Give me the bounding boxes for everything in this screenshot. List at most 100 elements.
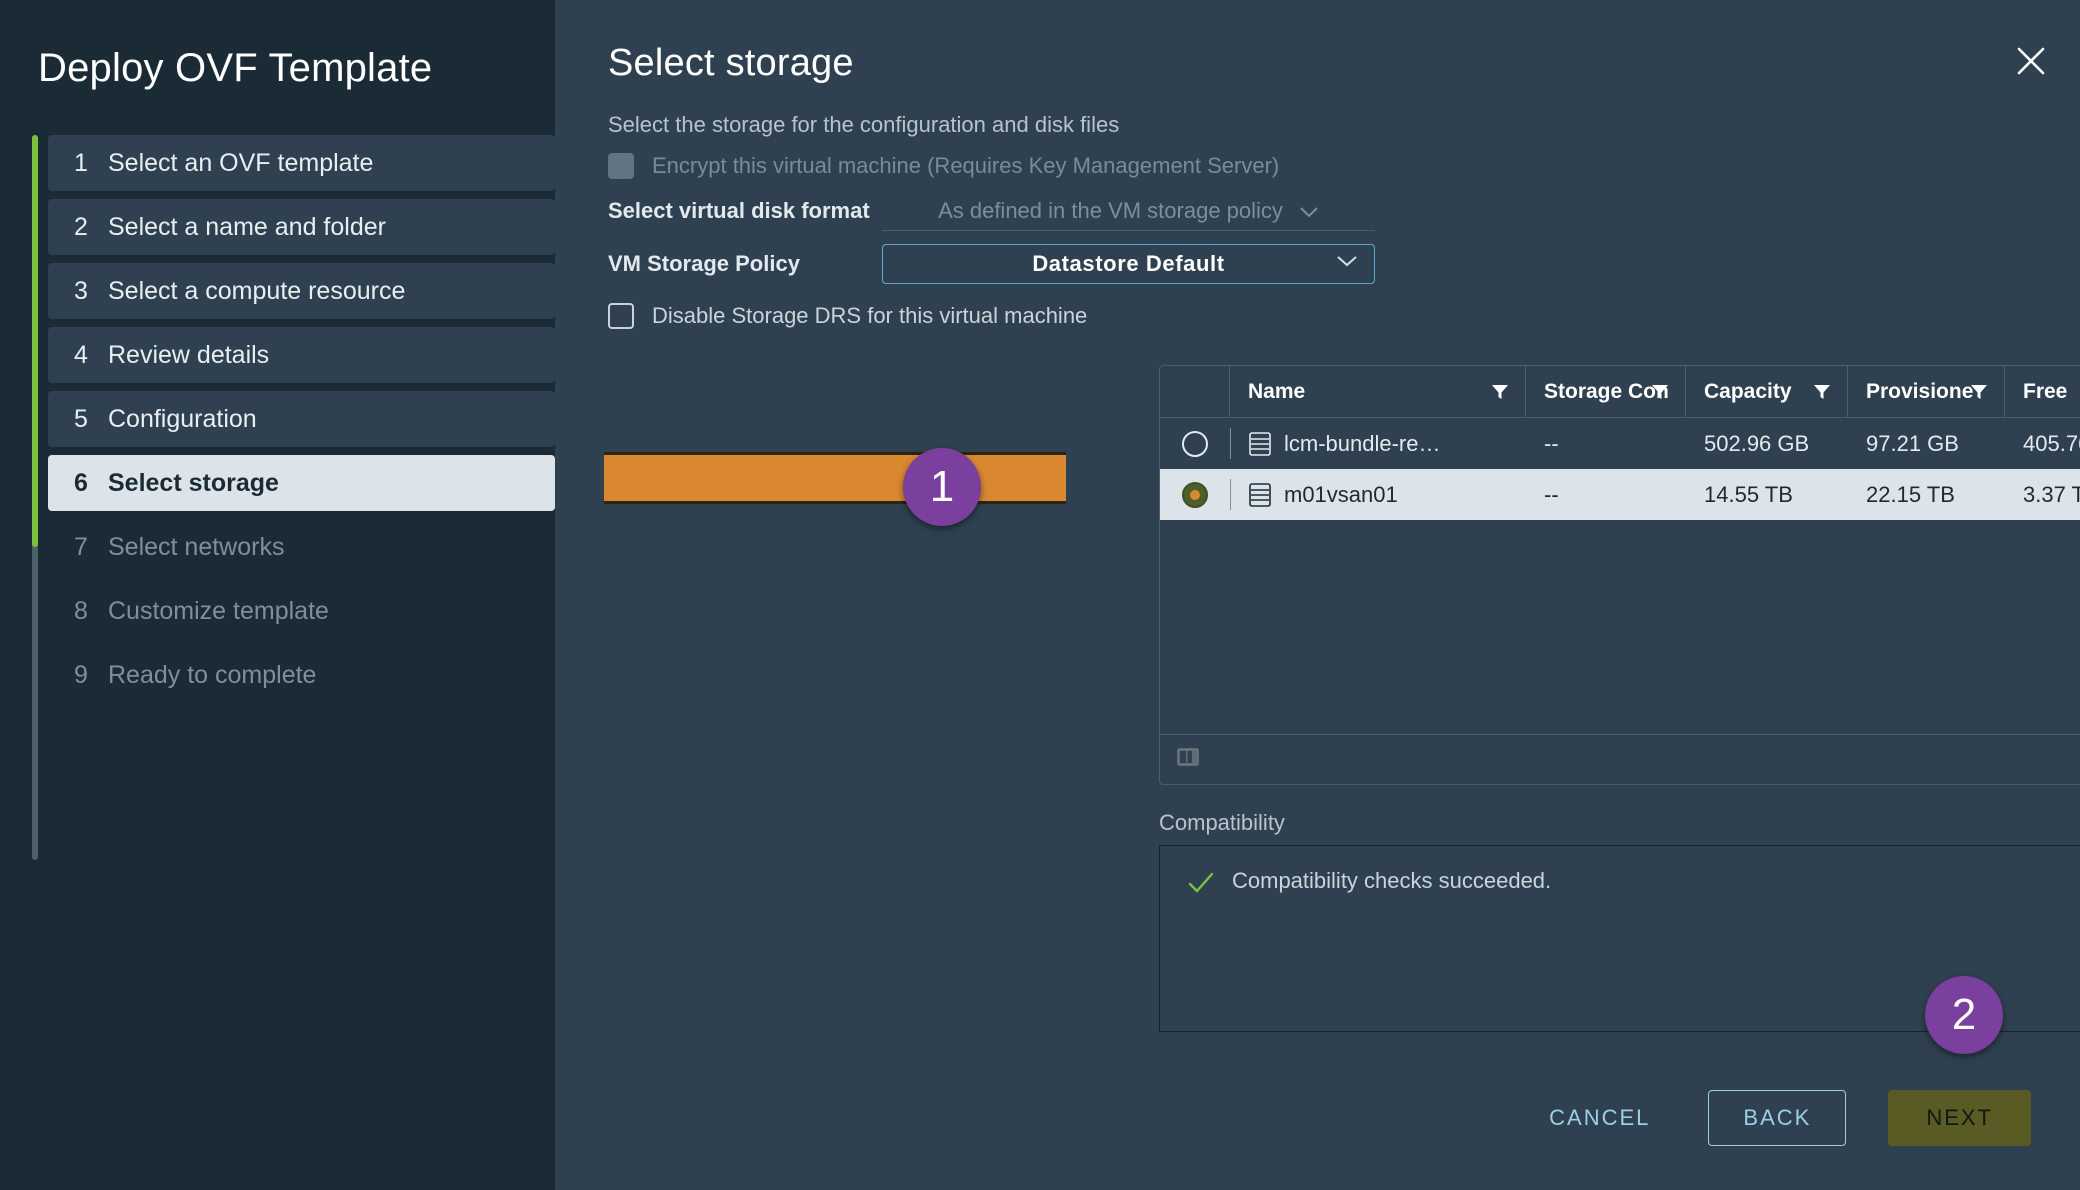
step-label: Customize template <box>108 596 329 625</box>
sidebar-step-select-a-name-and-folder[interactable]: 2 Select a name and folder <box>48 199 555 255</box>
step-label: Select an OVF template <box>108 148 374 177</box>
chevron-down-icon <box>1299 198 1319 224</box>
step-label: Select a compute resource <box>108 276 406 305</box>
vm-storage-policy-label: VM Storage Policy <box>608 251 800 276</box>
column-header-free[interactable]: Free <box>2005 366 2080 417</box>
wizard-main-panel: Select storage Select the storage for th… <box>555 0 2080 1190</box>
annotation-badge-2: 2 <box>1925 976 2003 1054</box>
datastore-icon <box>1249 431 1271 456</box>
columns-icon[interactable] <box>1176 745 1200 774</box>
sidebar-step-ready-to-complete[interactable]: 9 Ready to complete <box>48 647 555 703</box>
step-label: Review details <box>108 340 270 369</box>
wizard-steps: 1 Select an OVF template 2 Select a name… <box>32 135 555 860</box>
page-title: Select storage <box>608 42 854 84</box>
check-icon <box>1188 872 1214 893</box>
step-number: 6 <box>74 468 88 497</box>
page-subtitle: Select the storage for the configuration… <box>608 112 1120 137</box>
column-header-label: Name <box>1248 379 1306 403</box>
cell-storage-con: -- <box>1544 481 1559 507</box>
cell-name-text: lcm-bundle-re… <box>1284 430 1441 456</box>
cell-name: lcm-bundle-re… <box>1230 418 1526 469</box>
column-header-provisioned[interactable]: Provisione <box>1848 366 2005 417</box>
cell-capacity: 502.96 GB <box>1704 430 1810 456</box>
compatibility-message: Compatibility checks succeeded. <box>1232 868 1552 893</box>
encrypt-vm-label: Encrypt this virtual machine (Requires K… <box>652 153 1280 178</box>
step-number: 1 <box>74 148 88 177</box>
row-select-cell[interactable] <box>1160 469 1230 520</box>
selected-row-highlight <box>604 452 1066 504</box>
step-number: 5 <box>74 404 88 433</box>
wizard-footer: CANCEL BACK NEXT <box>555 1045 2080 1190</box>
deploy-ovf-template-dialog: Deploy OVF Template 1 Select an OVF temp… <box>0 0 2080 1190</box>
encrypt-vm-row: Encrypt this virtual machine (Requires K… <box>608 148 2028 184</box>
disable-storage-drs-row: Disable Storage DRS for this virtual mac… <box>608 296 2028 336</box>
cell-divider <box>1230 479 1231 510</box>
disk-format-select: As defined in the VM storage policy <box>882 191 1375 231</box>
table-header-row: Name Storage Con Capacity Provisione Fre… <box>1160 366 2080 418</box>
back-button[interactable]: BACK <box>1708 1089 1847 1146</box>
step-number: 7 <box>74 532 88 561</box>
cancel-button[interactable]: CANCEL <box>1527 1091 1672 1145</box>
cell-name: m01vsan01 <box>1230 469 1526 520</box>
next-button-wrapper: NEXT <box>1876 1071 2031 1150</box>
storage-form: Encrypt this virtual machine (Requires K… <box>608 148 2028 336</box>
step-label: Select networks <box>108 532 285 561</box>
column-header-label: Free <box>2023 379 2068 403</box>
cell-provisioned: 97.21 GB <box>1866 430 1959 456</box>
cell-name-text: m01vsan01 <box>1284 481 1398 507</box>
sidebar-step-customize-template[interactable]: 8 Customize template <box>48 583 555 639</box>
step-number: 4 <box>74 340 88 369</box>
close-icon <box>2017 47 2045 75</box>
annotation-badge-1: 1 <box>903 448 981 526</box>
table-footer: 2 items <box>1160 734 2080 784</box>
progress-fill <box>32 135 38 547</box>
sidebar-step-configuration[interactable]: 5 Configuration <box>48 391 555 447</box>
sidebar-step-review-details[interactable]: 4 Review details <box>48 327 555 383</box>
row-select-cell[interactable] <box>1160 418 1230 469</box>
column-header-storage-con[interactable]: Storage Con <box>1526 366 1686 417</box>
filter-funnel-icon[interactable] <box>1813 383 1831 407</box>
table-row[interactable]: m01vsan01 -- 14.55 TB 22.15 TB 3.37 TB v… <box>1160 469 2080 520</box>
sidebar-step-select-storage[interactable]: 6 Select storage <box>48 455 555 511</box>
step-number: 3 <box>74 276 88 305</box>
disk-format-value: As defined in the VM storage policy <box>938 197 1283 223</box>
disable-storage-drs-checkbox[interactable] <box>608 303 634 329</box>
row-radio-selected[interactable] <box>1182 481 1208 508</box>
compatibility-label: Compatibility <box>1159 810 1285 835</box>
cell-capacity: 14.55 TB <box>1704 481 1793 507</box>
filter-funnel-icon[interactable] <box>1491 383 1509 407</box>
encrypt-vm-checkbox <box>608 153 634 179</box>
datastore-table: Name Storage Con Capacity Provisione Fre… <box>1159 365 2080 785</box>
table-body: lcm-bundle-re… -- 502.96 GB 97.21 GB 405… <box>1160 418 2080 734</box>
cell-storage-con: -- <box>1544 430 1559 456</box>
sidebar-step-select-a-compute-resource[interactable]: 3 Select a compute resource <box>48 263 555 319</box>
column-header-label: Provisione <box>1866 379 1974 403</box>
filter-funnel-icon[interactable] <box>1651 383 1669 407</box>
table-row[interactable]: lcm-bundle-re… -- 502.96 GB 97.21 GB 405… <box>1160 418 2080 469</box>
disable-storage-drs-label: Disable Storage DRS for this virtual mac… <box>652 303 1088 328</box>
datastore-icon <box>1249 482 1271 507</box>
vm-storage-policy-value: Datastore Default <box>1032 251 1225 276</box>
cell-provisioned: 22.15 TB <box>1866 481 1955 507</box>
cell-free: 405.76 GB <box>2023 430 2080 456</box>
row-radio-unselected[interactable] <box>1182 430 1208 457</box>
column-header-label: Capacity <box>1704 379 1792 403</box>
vm-storage-policy-select[interactable]: Datastore Default <box>882 244 1375 284</box>
step-label: Select a name and folder <box>108 212 386 241</box>
step-number: 2 <box>74 212 88 241</box>
step-label: Configuration <box>108 404 257 433</box>
disk-format-label: Select virtual disk format <box>608 198 870 223</box>
cell-free: 3.37 TB <box>2023 481 2080 507</box>
sidebar-step-select-networks[interactable]: 7 Select networks <box>48 519 555 575</box>
column-header-name[interactable]: Name <box>1230 366 1526 417</box>
column-header-capacity[interactable]: Capacity <box>1686 366 1848 417</box>
chevron-down-icon <box>1336 254 1358 273</box>
filter-funnel-icon[interactable] <box>1970 383 1988 407</box>
disk-format-row: Select virtual disk format As defined in… <box>608 188 2028 234</box>
next-button[interactable]: NEXT <box>1888 1089 2031 1146</box>
sidebar-step-select-an-ovf-template[interactable]: 1 Select an OVF template <box>48 135 555 191</box>
step-number: 9 <box>74 660 88 689</box>
vm-storage-policy-row: VM Storage Policy Datastore Default <box>608 240 2028 288</box>
wizard-sidebar: Deploy OVF Template 1 Select an OVF temp… <box>0 0 555 1190</box>
close-button[interactable] <box>2008 38 2054 84</box>
